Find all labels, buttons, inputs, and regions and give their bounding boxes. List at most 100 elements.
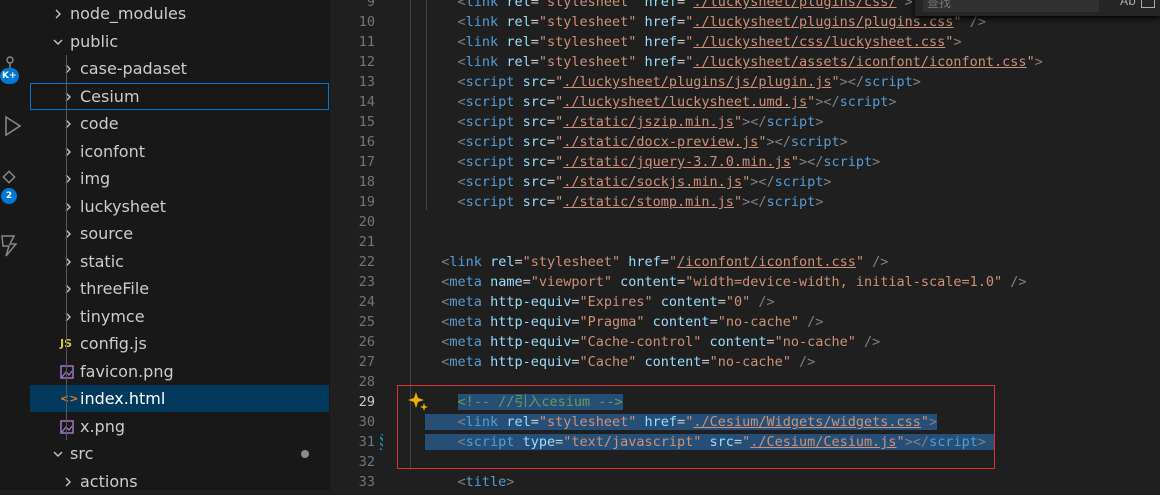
chevron-down-icon bbox=[52, 440, 64, 467]
code-line[interactable]: 32 bbox=[330, 452, 1160, 472]
code-token: script bbox=[465, 434, 515, 450]
code-token: < bbox=[457, 174, 466, 190]
code-token: ./static/stomp.min.js bbox=[563, 194, 734, 210]
chevron-right-icon bbox=[52, 0, 64, 27]
code-line[interactable]: 15 <script src="./static/jszip.min.js"><… bbox=[330, 112, 1160, 132]
code-token: = bbox=[709, 314, 718, 330]
explorer-item-luckysheet[interactable]: luckysheet bbox=[30, 193, 329, 220]
explorer-item-config-js[interactable]: JSconfig.js bbox=[30, 330, 329, 357]
explorer-item-source[interactable]: source bbox=[30, 220, 329, 247]
code-token: href bbox=[644, 54, 678, 70]
code-token: < bbox=[457, 414, 466, 430]
code-token: /iconfont/iconfont.css bbox=[677, 254, 856, 270]
explorer-item-iconfont[interactable]: iconfont bbox=[30, 138, 329, 165]
code-text: <meta http-equiv="Expires" content="0" /… bbox=[425, 292, 774, 312]
line-number: 19 bbox=[358, 194, 375, 210]
indent-guide bbox=[66, 55, 67, 440]
modified-dot-icon bbox=[301, 450, 309, 458]
code-token: rel bbox=[506, 34, 531, 50]
remote-explorer-icon[interactable] bbox=[0, 232, 22, 258]
code-token: "stylesheet" bbox=[522, 254, 621, 270]
code-line[interactable]: 19 <script src="./static/stomp.min.js"><… bbox=[330, 192, 1160, 212]
code-token: = bbox=[677, 14, 686, 30]
code-token: = bbox=[733, 434, 743, 450]
explorer-item-node-modules[interactable]: node_modules bbox=[30, 0, 329, 27]
code-line[interactable]: 11 <link rel="stylesheet" href="./luckys… bbox=[330, 32, 1160, 52]
explorer-item-img[interactable]: img bbox=[30, 165, 329, 192]
extensions-badge: 2 bbox=[1, 188, 17, 204]
chevron-right-icon bbox=[62, 138, 74, 165]
code-token: < bbox=[457, 154, 466, 170]
code-line[interactable]: 17 <script src="./static/jquery-3.7.0.mi… bbox=[330, 152, 1160, 172]
explorer-item-x-png[interactable]: x.png bbox=[30, 413, 329, 440]
line-number: 23 bbox=[358, 274, 375, 290]
code-line[interactable]: 29 <!-- //引入cesium --> bbox=[330, 392, 1160, 412]
explorer-item-threefile[interactable]: threeFile bbox=[30, 275, 329, 302]
code-token: src bbox=[522, 174, 547, 190]
code-token: < bbox=[457, 54, 466, 70]
code-line[interactable]: 28 bbox=[330, 372, 1160, 392]
code-token: meta bbox=[449, 314, 482, 330]
code-line[interactable]: 20 bbox=[330, 212, 1160, 232]
code-line[interactable]: 30 → <link rel="stylesheet" href="./Cesiu… bbox=[330, 412, 1160, 432]
sparkle-icon[interactable] bbox=[407, 390, 429, 412]
explorer-item-tinymce[interactable]: tinymce bbox=[30, 303, 329, 330]
code-token: link bbox=[465, 414, 499, 430]
code-token: rel bbox=[506, 14, 531, 30]
explorer-item-src[interactable]: src bbox=[30, 440, 329, 467]
run-debug-icon[interactable] bbox=[2, 114, 26, 138]
code-token: = bbox=[677, 274, 686, 290]
code-text: <script src="./static/stomp.min.js"></sc… bbox=[425, 192, 824, 212]
code-token: http-equiv bbox=[490, 334, 572, 350]
explorer-item-label: index.html bbox=[80, 389, 166, 408]
explorer-item-actions[interactable]: actions bbox=[30, 468, 329, 495]
code-editor[interactable]: 9 <link rel="stylesheet" href="./luckysh… bbox=[330, 0, 1160, 490]
code-line[interactable]: 21 bbox=[330, 232, 1160, 252]
explorer-item-case-padaset[interactable]: case-padaset bbox=[30, 55, 329, 82]
match-whole-word-toggle[interactable] bbox=[1141, 0, 1155, 8]
code-line[interactable]: 23 <meta name="viewport" content="width=… bbox=[330, 272, 1160, 292]
code-line[interactable]: 12 <link rel="stylesheet" href="./luckys… bbox=[330, 52, 1160, 72]
code-token: meta bbox=[449, 294, 482, 310]
code-line[interactable]: 16 <script src="./static/docx-preview.js… bbox=[330, 132, 1160, 152]
code-token: " bbox=[790, 154, 799, 170]
code-token: = bbox=[677, 34, 686, 50]
code-line[interactable]: 26 <meta http-equiv="Cache-control" cont… bbox=[330, 332, 1160, 352]
find-input[interactable] bbox=[923, 0, 1099, 12]
code-token: " bbox=[920, 414, 930, 430]
code-token: > bbox=[872, 154, 881, 170]
code-line[interactable]: 13 <script src="./luckysheet/plugins/js/… bbox=[330, 72, 1160, 92]
code-token: "Expires" bbox=[579, 294, 653, 310]
code-line[interactable]: 27 <meta http-equiv="Cache" content="no-… bbox=[330, 352, 1160, 372]
code-line[interactable]: 14 <script src="./luckysheet/luckysheet.… bbox=[330, 92, 1160, 112]
explorer-item-code[interactable]: code bbox=[30, 110, 329, 137]
explorer-item-cesium[interactable]: Cesium bbox=[30, 82, 329, 110]
chevron-right-icon bbox=[62, 55, 74, 82]
code-token: < bbox=[457, 434, 466, 450]
explorer-item-public[interactable]: public bbox=[30, 28, 329, 55]
code-line[interactable]: 25 <meta http-equiv="Pragma" content="no… bbox=[330, 312, 1160, 332]
code-token: rel bbox=[490, 254, 515, 270]
explorer-item-index-html[interactable]: <> index.html bbox=[30, 385, 329, 412]
code-line[interactable]: 22 <link rel="stylesheet" href="/iconfon… bbox=[330, 252, 1160, 272]
code-line[interactable]: 33 <title> bbox=[330, 472, 1160, 492]
explorer-item-static[interactable]: static bbox=[30, 248, 329, 275]
code-token: script bbox=[766, 194, 816, 210]
code-line[interactable]: 24 <meta http-equiv="Expires" content="0… bbox=[330, 292, 1160, 312]
explorer-item-label: threeFile bbox=[80, 279, 150, 298]
match-case-toggle[interactable]: Ab bbox=[1120, 0, 1136, 8]
code-line[interactable]: 18 <script src="./static/sockjs.min.js">… bbox=[330, 172, 1160, 192]
code-line[interactable]: 31 → <script type="text/javascript" src="… bbox=[330, 432, 1160, 452]
code-token: /> bbox=[855, 334, 881, 350]
explorer-item-label: src bbox=[70, 444, 94, 463]
code-token: ./static/docx-preview.js bbox=[563, 134, 759, 150]
explorer-item-favicon-png[interactable]: favicon.png bbox=[30, 358, 329, 385]
explorer-item-label: source bbox=[80, 224, 134, 243]
